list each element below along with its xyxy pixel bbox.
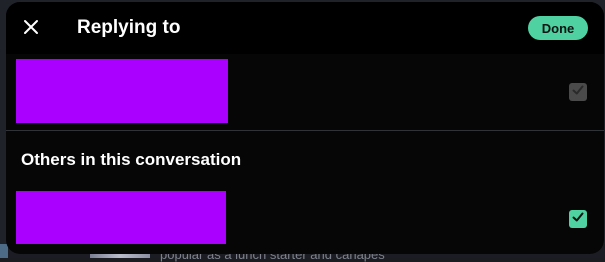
redacted-user-block — [16, 59, 228, 123]
recipient-checkbox-disabled — [569, 83, 587, 101]
others-section-heading: Others in this conversation — [21, 150, 242, 169]
close-button[interactable] — [16, 14, 46, 44]
reply-recipient-row[interactable] — [6, 54, 604, 130]
check-icon — [571, 83, 585, 102]
participant-checkbox[interactable] — [569, 210, 587, 228]
dialog-title: Replying to — [77, 17, 181, 38]
replying-to-dialog: Replying to Done Others in this conversa… — [6, 2, 604, 254]
redacted-user-block — [16, 191, 226, 244]
dialog-header: Replying to Done — [6, 2, 604, 54]
close-icon — [23, 19, 39, 40]
conversation-participant-row[interactable] — [6, 184, 604, 254]
check-icon — [571, 210, 585, 229]
section-divider — [6, 130, 604, 131]
done-button[interactable]: Done — [528, 16, 588, 40]
